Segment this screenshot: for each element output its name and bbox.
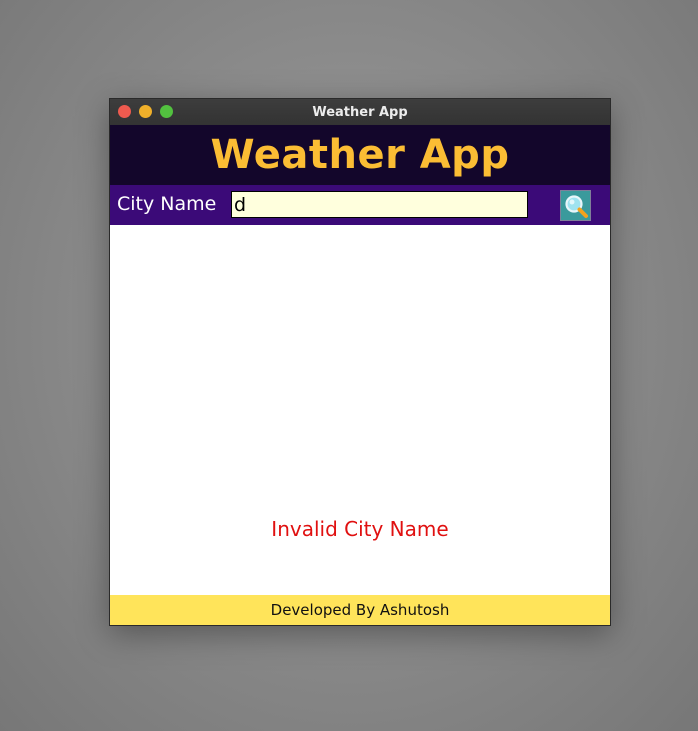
footer-credit: Developed By Ashutosh (270, 601, 450, 619)
footer: Developed By Ashutosh (110, 595, 610, 625)
search-bar: City Name (110, 185, 610, 225)
weather-content-area: Invalid City Name (110, 225, 610, 595)
search-button[interactable] (560, 190, 591, 221)
city-name-input[interactable] (231, 191, 528, 218)
window-titlebar[interactable]: Weather App (110, 99, 610, 125)
app-title: Weather App (210, 132, 510, 178)
error-message: Invalid City Name (271, 517, 449, 541)
minimize-window-button[interactable] (139, 105, 152, 118)
close-window-button[interactable] (118, 105, 131, 118)
city-name-label: City Name (117, 193, 217, 215)
window-title: Weather App (312, 104, 408, 120)
window-controls (118, 105, 173, 118)
magnifier-icon (565, 195, 588, 218)
app-header: Weather App (110, 125, 610, 185)
weather-app-window: Weather App Weather App City Name Invali… (109, 98, 611, 626)
maximize-window-button[interactable] (160, 105, 173, 118)
